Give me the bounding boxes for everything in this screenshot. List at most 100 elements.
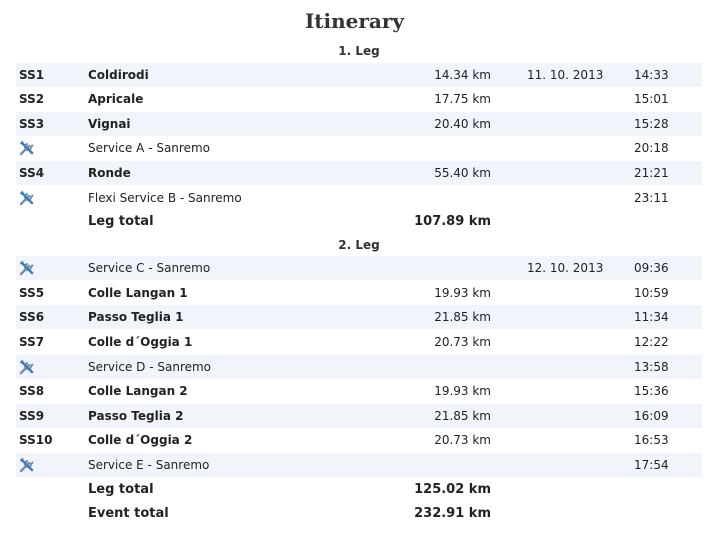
stage-distance: 14.34 km	[434, 67, 491, 82]
stage-date	[527, 112, 627, 136]
service-name: Service C - Sanremo	[88, 261, 211, 276]
wrench-icon	[19, 260, 34, 276]
stage-date	[527, 136, 627, 160]
stage-distance	[396, 453, 491, 477]
stage-row: SS9 Passo Teglia 2 21.85 km 16:09	[16, 403, 702, 428]
page-title: Itinerary	[304, 9, 405, 33]
stage-time: 21:21	[634, 165, 669, 180]
wrench-icon	[19, 190, 34, 205]
stage-code: SS5	[19, 285, 45, 300]
stage-code: SS1	[19, 67, 45, 82]
stage-name: Passo Teglia 2	[88, 408, 184, 423]
service-row: Flexi Service B - Sanremo 23:11	[16, 186, 702, 210]
leg-total-row: Leg total 125.02 km	[16, 478, 702, 502]
stage-row: SS8 Colle Langan 2 19.93 km 15:36	[16, 379, 702, 403]
stage-time: 16:09	[634, 408, 669, 423]
event-total-distance: 232.91 km	[414, 506, 491, 522]
service-row: Service A - Sanremo 20:18	[16, 136, 702, 160]
stage-distance	[396, 136, 491, 160]
stage-code: SS10	[19, 433, 53, 448]
stage-name: Colle Langan 2	[88, 384, 188, 399]
stage-time: 15:28	[634, 116, 669, 131]
stage-date	[527, 87, 627, 111]
stage-row: SS7 Colle d´Oggia 1 20.73 km 12:22	[16, 330, 702, 354]
stage-date	[527, 355, 627, 379]
stage-row: SS1 Coldirodi 14.34 km 11. 10. 2013 14:33	[16, 62, 702, 87]
stage-distance: 21.85 km	[434, 408, 491, 423]
leg-total-label: Leg total	[88, 481, 154, 497]
stage-time: 17:54	[634, 458, 669, 472]
stage-row: SS10 Colle d´Oggia 2 20.73 km 16:53	[16, 428, 702, 452]
stage-time: 10:59	[634, 285, 669, 300]
stage-row: SS2 Apricale 17.75 km 15:01	[16, 87, 702, 111]
stage-code: SS2	[19, 92, 45, 107]
stage-date	[527, 428, 627, 452]
stage-time: 13:58	[634, 359, 669, 374]
stage-code: SS3	[19, 116, 45, 131]
stage-time: 12:22	[634, 335, 669, 349]
stage-time: 14:33	[634, 67, 669, 82]
stage-distance: 21.85 km	[434, 310, 491, 325]
stage-time: 09:36	[634, 261, 669, 276]
stage-code: SS8	[19, 384, 45, 399]
leg-total-distance: 125.02 km	[414, 481, 491, 497]
stage-code: SS9	[19, 408, 45, 423]
stage-distance: 19.93 km	[434, 384, 491, 399]
stage-row: SS5 Colle Langan 1 19.93 km 10:59	[16, 281, 702, 305]
event-total-row: Event total 232.91 km	[16, 502, 702, 526]
stage-code: SS6	[19, 310, 45, 325]
stage-time: 23:11	[634, 190, 669, 205]
stage-time: 15:01	[634, 92, 669, 107]
stage-row: SS4 Ronde 55.40 km 21:21	[16, 160, 702, 185]
stage-code: SS4	[19, 165, 45, 180]
stage-name: Colle Langan 1	[88, 285, 188, 300]
stage-name: Apricale	[88, 92, 144, 107]
stage-distance	[396, 186, 491, 210]
stage-distance: 20.40 km	[434, 116, 491, 131]
leg-total-distance: 107.89 km	[414, 214, 491, 230]
stage-date	[527, 305, 627, 329]
stage-distance: 55.40 km	[434, 165, 491, 180]
stage-name: Vignai	[88, 116, 131, 131]
event-total-label: Event total	[88, 506, 169, 522]
stage-date: 12. 10. 2013	[527, 261, 604, 276]
stage-name: Passo Teglia 1	[88, 310, 184, 325]
service-name: Service D - Sanremo	[88, 359, 212, 374]
stage-date	[527, 161, 627, 185]
stage-distance	[396, 355, 491, 379]
stage-name: Colle d´Oggia 1	[88, 335, 193, 349]
service-row: Service C - Sanremo 12. 10. 2013 09:36	[16, 256, 702, 281]
stage-date	[527, 330, 627, 354]
stage-distance: 17.75 km	[434, 92, 491, 107]
service-name: Service A - Sanremo	[88, 141, 210, 156]
wrench-icon	[19, 141, 34, 156]
stage-date	[527, 404, 627, 428]
stage-time: 20:18	[634, 141, 669, 156]
wrench-icon	[19, 359, 34, 374]
stage-distance: 19.93 km	[434, 285, 491, 300]
leg-heading: 1. Leg	[338, 44, 380, 58]
stage-row: SS3 Vignai 20.40 km 15:28	[16, 111, 702, 136]
stage-date: 11. 10. 2013	[527, 67, 604, 82]
leg-total-row: Leg total 107.89 km	[16, 210, 702, 234]
wrench-icon	[19, 457, 34, 473]
stage-date	[527, 379, 627, 403]
stage-time: 16:53	[634, 433, 669, 448]
leg-total-label: Leg total	[88, 214, 154, 230]
stage-time: 15:36	[634, 384, 669, 399]
stage-date	[527, 281, 627, 305]
stage-name: Coldirodi	[88, 67, 149, 82]
stage-distance	[396, 256, 491, 280]
stage-name: Ronde	[88, 165, 131, 180]
service-row: Service E - Sanremo 17:54	[16, 453, 702, 477]
service-name: Flexi Service B - Sanremo	[88, 190, 242, 205]
stage-distance: 20.73 km	[434, 433, 491, 448]
stage-date	[527, 186, 627, 210]
service-name: Service E - Sanremo	[88, 458, 210, 472]
stage-distance: 20.73 km	[434, 335, 491, 349]
service-row: Service D - Sanremo 13:58	[16, 354, 702, 379]
stage-time: 11:34	[634, 310, 669, 325]
stage-name: Colle d´Oggia 2	[88, 433, 193, 448]
stage-code: SS7	[19, 335, 45, 349]
stage-date	[527, 453, 627, 477]
